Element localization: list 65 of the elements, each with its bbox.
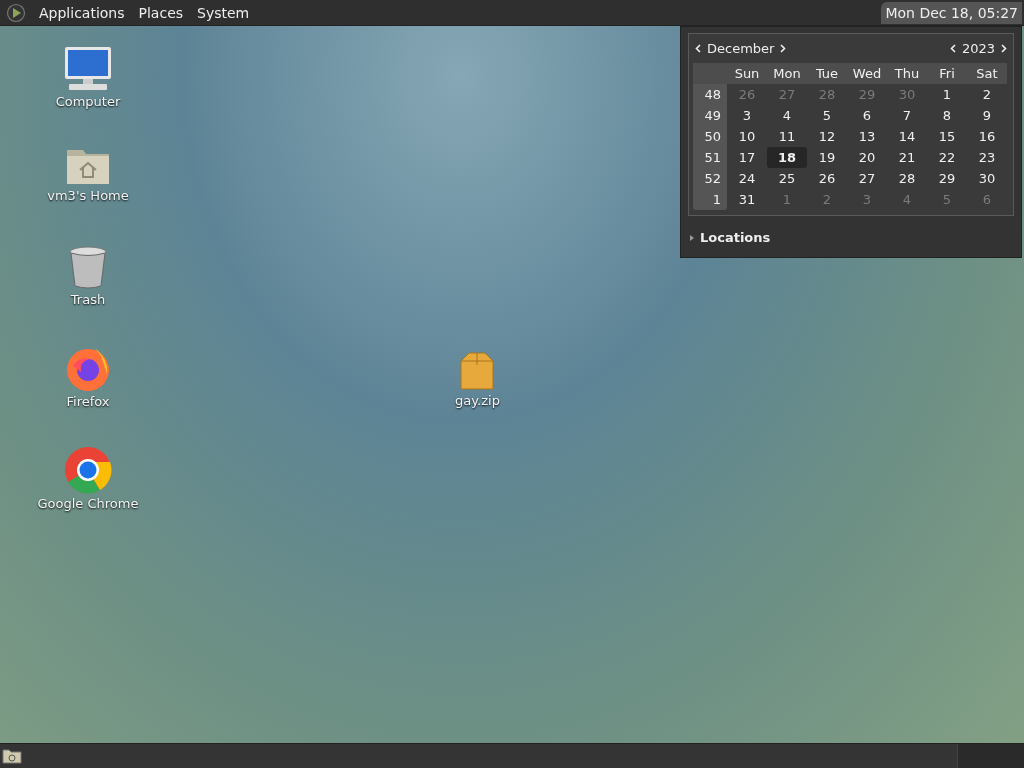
- calendar-day[interactable]: 7: [887, 105, 927, 126]
- calendar-day[interactable]: 2: [967, 84, 1007, 105]
- expander-icon: [690, 234, 694, 241]
- calendar-day[interactable]: 8: [927, 105, 967, 126]
- calendar-day[interactable]: 18: [767, 147, 807, 168]
- calendar-day[interactable]: 1: [927, 84, 967, 105]
- previous-month-icon[interactable]: [695, 43, 701, 53]
- calendar-day[interactable]: 19: [807, 147, 847, 168]
- panel-menu[interactable]: Places: [131, 4, 191, 21]
- calendar-day[interactable]: 10: [727, 126, 767, 147]
- monitor-icon[interactable]: [63, 46, 113, 92]
- week-number: 1: [711, 191, 722, 209]
- panel-menu[interactable]: Applications: [32, 4, 132, 21]
- trash-icon[interactable]: [68, 246, 108, 290]
- fox-globe-icon[interactable]: [65, 346, 111, 392]
- calendar-day[interactable]: 15: [927, 126, 967, 147]
- clock[interactable]: Mon Dec 18, 05:27: [881, 1, 1022, 24]
- calendar-day[interactable]: 28: [887, 168, 927, 189]
- weekday-label: Fri: [938, 65, 956, 83]
- weekday-label: Tue: [814, 65, 840, 83]
- calendar-day[interactable]: 11: [767, 126, 807, 147]
- calendar-day[interactable]: 23: [967, 147, 1007, 168]
- workspace-switcher[interactable]: [957, 744, 1024, 768]
- weekday-label: Thu: [893, 65, 921, 83]
- locations-expander[interactable]: Locations: [688, 216, 1014, 251]
- calendar-day[interactable]: 24: [727, 168, 767, 189]
- calendar-day[interactable]: 30: [967, 168, 1007, 189]
- calendar-day[interactable]: 4: [767, 105, 807, 126]
- week-number: 52: [703, 170, 722, 188]
- weekday-label: Sat: [975, 65, 999, 83]
- previous-year-icon[interactable]: [949, 43, 956, 53]
- year-label: 2023: [961, 40, 995, 56]
- calendar-day[interactable]: 3: [727, 105, 767, 126]
- calendar-day[interactable]: 27: [847, 168, 887, 189]
- calendar-day[interactable]: 16: [967, 126, 1007, 147]
- week-number: 49: [703, 107, 722, 125]
- file-label[interactable]: gay.zip: [455, 393, 500, 408]
- browser-logo-icon[interactable]: [64, 446, 112, 494]
- panel-menu[interactable]: System: [190, 4, 257, 21]
- desktop-folder-icon[interactable]: [2, 748, 22, 764]
- calendar-day[interactable]: 9: [967, 105, 1007, 126]
- calendar-day[interactable]: 29: [927, 168, 967, 189]
- calendar-day[interactable]: 21: [887, 147, 927, 168]
- weekday-label: Mon: [772, 65, 802, 83]
- week-number: 50: [703, 128, 722, 146]
- weekday-label: Sun: [733, 65, 761, 83]
- calendar-day[interactable]: 12: [807, 126, 847, 147]
- next-month-icon[interactable]: [780, 43, 787, 53]
- calendar-day[interactable]: 22: [927, 147, 967, 168]
- month-label: December: [707, 40, 775, 56]
- calendar-day[interactable]: 26: [807, 168, 847, 189]
- calendar-day[interactable]: 6: [847, 105, 887, 126]
- calendar-day[interactable]: 5: [807, 105, 847, 126]
- next-year-icon[interactable]: [1001, 43, 1007, 53]
- menu-logo-icon[interactable]: [6, 2, 26, 23]
- weekday-label: Wed: [851, 65, 883, 83]
- week-number: 51: [703, 149, 722, 167]
- calendar-day[interactable]: 17: [727, 147, 767, 168]
- calendar-day[interactable]: 20: [847, 147, 887, 168]
- calendar-day[interactable]: 14: [887, 126, 927, 147]
- desktop-icon-label[interactable]: vm3's Home: [47, 188, 129, 203]
- calendar-day[interactable]: 25: [767, 168, 807, 189]
- week-number: 48: [703, 86, 722, 104]
- calendar-day[interactable]: 13: [847, 126, 887, 147]
- calendar-day[interactable]: 31: [727, 189, 767, 210]
